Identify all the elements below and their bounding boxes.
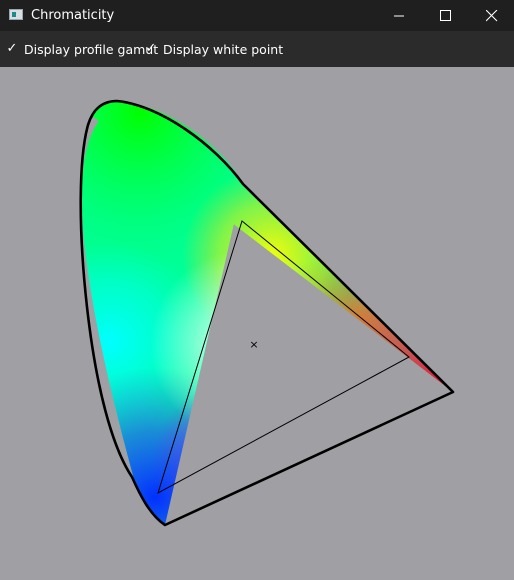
check-mark-icon: ✓ [145, 41, 157, 56]
app-icon [9, 9, 23, 20]
chromaticity-diagram-area: × [0, 67, 514, 580]
window-title: Chromaticity [31, 8, 115, 23]
white-point-marker: × [249, 338, 258, 351]
display-profile-gamut-checkbox[interactable]: ✓ Display profile gamut [6, 40, 159, 58]
maximize-icon [440, 10, 451, 21]
display-profile-gamut-label: Display profile gamut [24, 41, 159, 57]
display-white-point-checkbox[interactable]: ✓ Display white point [145, 40, 284, 58]
minimize-button[interactable] [376, 0, 422, 31]
close-icon [486, 10, 498, 22]
check-mark-icon: ✓ [6, 41, 18, 56]
minimize-icon [394, 15, 404, 17]
chromaticity-window: Chromaticity ✓ Display profile gamut ✓ D… [0, 0, 514, 580]
toolbar: ✓ Display profile gamut ✓ Display white … [0, 31, 514, 67]
display-white-point-label: Display white point [163, 41, 284, 57]
chromaticity-diagram: × [79, 99, 455, 527]
maximize-button[interactable] [422, 0, 468, 31]
spectral-locus-fill [81, 101, 453, 525]
title-bar[interactable]: Chromaticity [0, 0, 514, 31]
close-button[interactable] [468, 0, 514, 31]
